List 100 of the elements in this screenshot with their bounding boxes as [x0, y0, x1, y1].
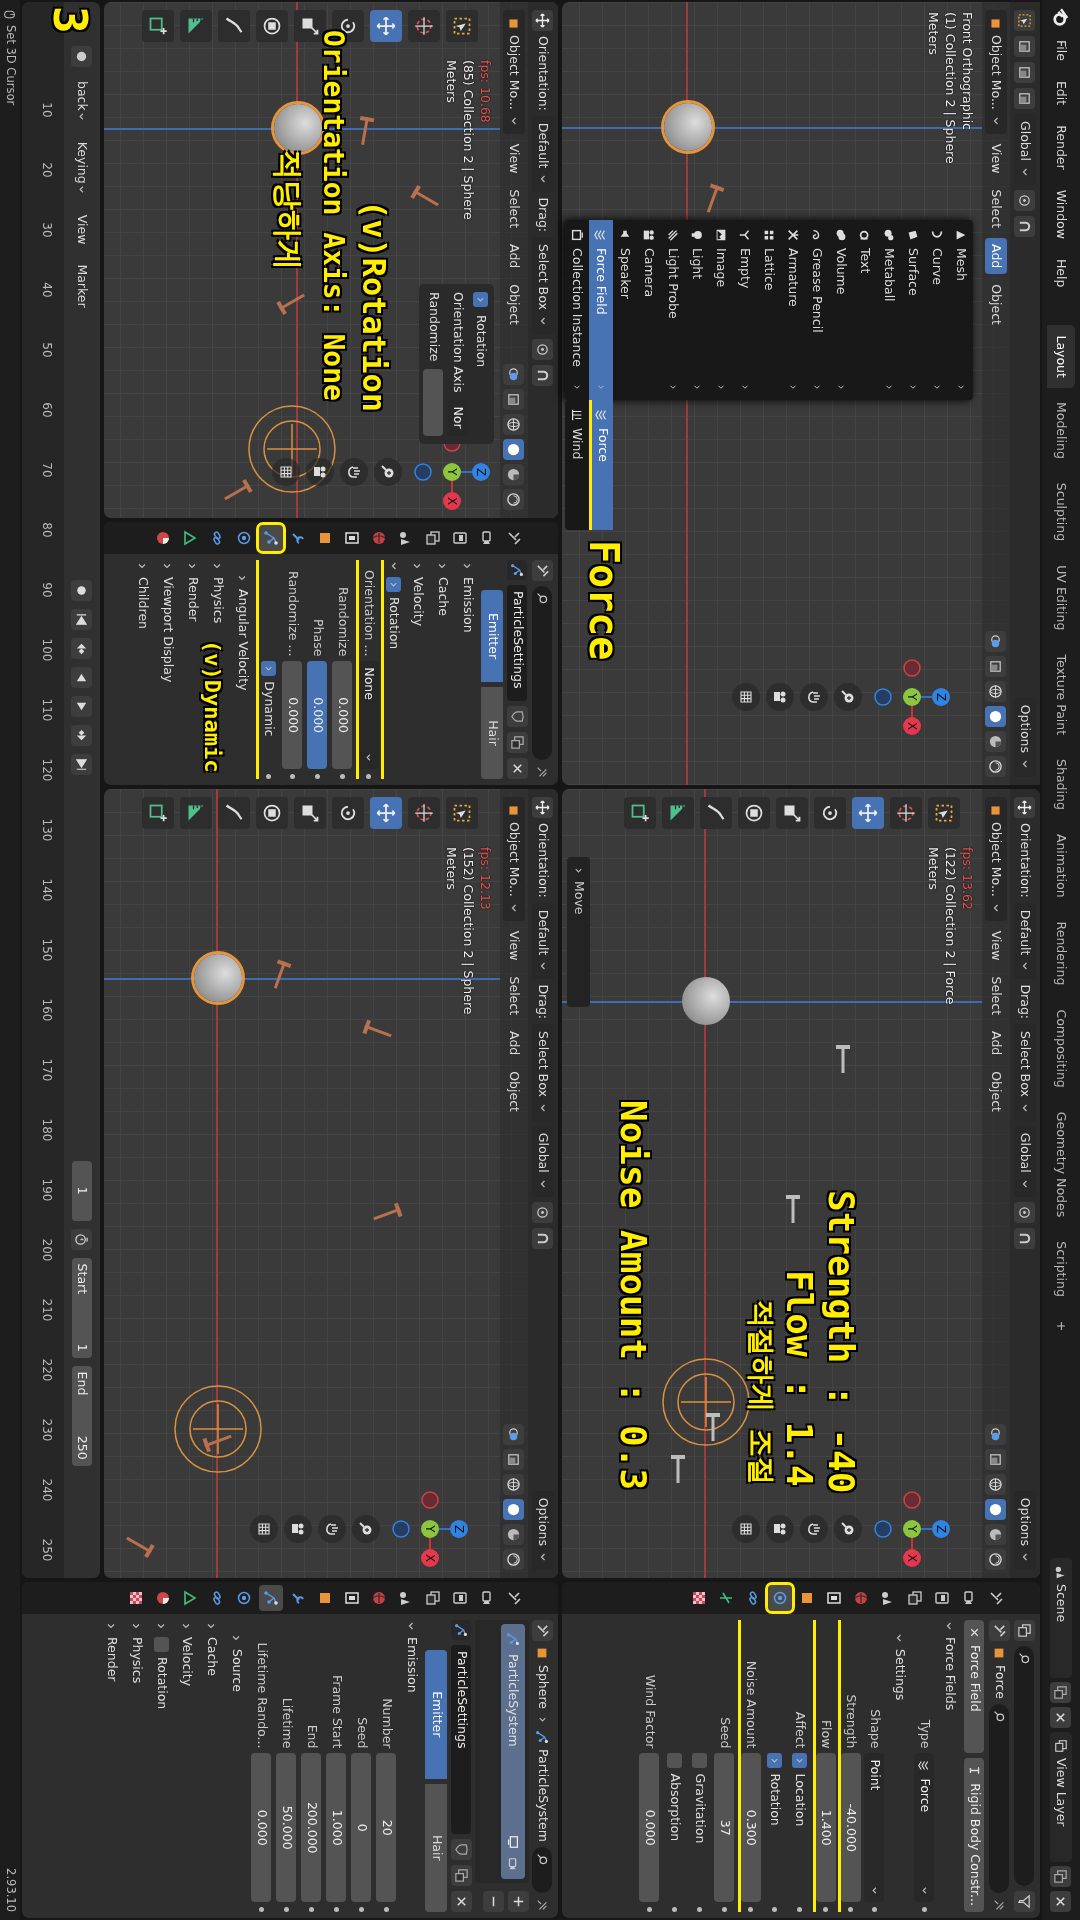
panel-title[interactable]: Cache [433, 577, 452, 616]
workspace-tab[interactable]: Sculpting [1046, 472, 1076, 552]
menu-item[interactable]: Object [984, 278, 1008, 331]
options-dropdown[interactable]: Options [531, 1490, 555, 1570]
menu-item[interactable]: Surface [901, 220, 925, 400]
panel-title[interactable]: Children [133, 577, 152, 629]
segment-button[interactable]: Hair [425, 1783, 448, 1912]
workspace-tab[interactable]: Compositing [1046, 999, 1076, 1098]
menu-item[interactable]: View [70, 208, 94, 251]
dropdown[interactable]: Default [531, 115, 555, 193]
dropdown[interactable]: Global [531, 1125, 555, 1197]
number-field[interactable]: 0.000 [251, 1753, 272, 1902]
name-field[interactable]: ParticleSettings [507, 585, 528, 701]
menu-item[interactable]: Light Probe [661, 220, 685, 400]
menu-item[interactable]: View [502, 924, 526, 967]
panel-title[interactable]: Viewport Display [158, 577, 177, 683]
workspace-tab[interactable]: Texture Paint [1046, 644, 1076, 746]
menu-item[interactable]: Grease Pencil [805, 220, 829, 400]
panel-title[interactable]: Velocity [408, 577, 427, 627]
menu-item[interactable]: Object [502, 1065, 526, 1118]
panel-title[interactable]: Rotation [152, 1657, 171, 1710]
panel-title[interactable]: Physics [127, 1637, 146, 1684]
dropdown[interactable]: Select Box [1013, 1024, 1037, 1121]
workspace-tab[interactable]: Modeling [1046, 391, 1076, 469]
checkbox-label[interactable]: Dynamic [259, 681, 279, 769]
menu-item[interactable]: Curve [925, 220, 949, 400]
number-field[interactable]: 0.300 [741, 1753, 761, 1902]
segment-button[interactable]: Emitter [425, 1650, 448, 1779]
menu-item[interactable]: Volume [829, 220, 853, 400]
dropdown-field[interactable]: None [359, 661, 379, 769]
menu-item[interactable]: File [1049, 32, 1073, 69]
menu-item[interactable]: Empty [733, 220, 757, 400]
segment-button[interactable]: Emitter [481, 590, 504, 682]
panel-title[interactable]: Velocity [177, 1637, 196, 1687]
navigation-gizmo[interactable]: X Y Z [872, 1489, 952, 1569]
menu-item[interactable]: Add [502, 1025, 526, 1062]
panel-title[interactable]: Cache [202, 1637, 221, 1676]
menu-item[interactable]: Select [984, 183, 1008, 235]
menu-item[interactable]: Wind [565, 400, 589, 530]
number-field[interactable]: 0.000 [332, 661, 353, 769]
panel-title[interactable]: Render [183, 577, 202, 622]
panel-title[interactable]: Rotation [384, 597, 404, 650]
menu-item[interactable]: Lattice [757, 220, 781, 400]
menu-item[interactable]: Add [984, 238, 1008, 275]
menu-item[interactable]: Camera [637, 220, 661, 400]
menu-item[interactable]: Collection Instance [565, 220, 589, 400]
checkbox-label[interactable]: Gravitation [690, 1773, 709, 1902]
menu-item[interactable]: Select [502, 183, 526, 235]
menu-item[interactable]: Help [1049, 250, 1073, 296]
menu-item[interactable]: Render [1049, 117, 1073, 178]
workspace-tab[interactable]: UV Editing [1046, 555, 1076, 641]
menu-item[interactable]: Armature [781, 220, 805, 400]
number-field[interactable]: 37 [714, 1753, 735, 1902]
number-field[interactable]: 1.000 [326, 1753, 347, 1902]
dropdown-menu[interactable]: back [70, 75, 94, 128]
menu-item[interactable]: View [984, 924, 1008, 967]
panel-title[interactable]: Render [102, 1637, 121, 1682]
panel-title[interactable]: Physics [208, 577, 227, 624]
workspace-tab[interactable]: Layout [1046, 325, 1076, 388]
menu-item[interactable]: Object [502, 278, 526, 331]
menu-item[interactable]: Force [589, 400, 613, 530]
menu-item[interactable]: Object [984, 1065, 1008, 1118]
button[interactable]: Force Field [964, 1620, 985, 1754]
number-field[interactable]: -40.000 [841, 1753, 861, 1902]
mode-dropdown[interactable]: Object Mo... [502, 10, 526, 134]
options-dropdown[interactable]: Options [1013, 697, 1037, 777]
number-field[interactable]: 20 [376, 1753, 397, 1902]
mode-dropdown[interactable]: Object Mo... [984, 10, 1008, 134]
list-item[interactable]: ParticleSystem [501, 1624, 525, 1879]
number-field[interactable]: Start 1 [72, 1257, 92, 1358]
add-workspace-button[interactable]: + [1046, 1310, 1076, 1342]
dropdown-menu[interactable]: Keying [70, 135, 94, 201]
dropdown[interactable]: Select Box [531, 1024, 555, 1121]
panel-title[interactable]: Force Fields [940, 1637, 959, 1711]
number-field[interactable]: 1.400 [816, 1753, 836, 1902]
menu-item[interactable]: Edit [1049, 72, 1073, 114]
panel-title[interactable]: Angular Velocity [233, 589, 252, 691]
button[interactable]: Rigid Body Constr... [964, 1758, 985, 1912]
workspace-tab[interactable]: Rendering [1046, 911, 1076, 996]
menu-item[interactable]: Mesh [949, 220, 973, 400]
mode-dropdown[interactable]: Object Mo... [502, 797, 526, 921]
menu-item[interactable]: Metaball [877, 220, 901, 400]
menu-item[interactable]: Speaker [613, 220, 637, 400]
number-field[interactable]: 0.000 [639, 1753, 660, 1902]
dropdown[interactable]: Select Box [531, 237, 555, 334]
checkbox-label[interactable]: Absorption [665, 1773, 684, 1902]
options-dropdown[interactable]: Options [1013, 1490, 1037, 1570]
view-layer-selector[interactable]: View Layer [1049, 1732, 1073, 1862]
panel-title[interactable]: Settings [890, 1649, 909, 1701]
menu-item[interactable]: Marker [70, 258, 94, 314]
navigation-gizmo[interactable]: X Y Z [390, 1489, 470, 1569]
menu-item[interactable]: Light [685, 220, 709, 400]
number-field[interactable]: 0.000 [307, 661, 328, 769]
workspace-tab[interactable]: Shading [1046, 749, 1076, 820]
checkbox-label[interactable]: Location [790, 1773, 809, 1902]
panel-title[interactable]: Source [227, 1649, 246, 1692]
number-field[interactable]: 50.000 [276, 1753, 297, 1902]
dropdown-field[interactable]: Force [914, 1753, 935, 1902]
menu-item[interactable]: Text [853, 220, 877, 400]
navigation-gizmo[interactable]: X Y Z [872, 657, 952, 737]
